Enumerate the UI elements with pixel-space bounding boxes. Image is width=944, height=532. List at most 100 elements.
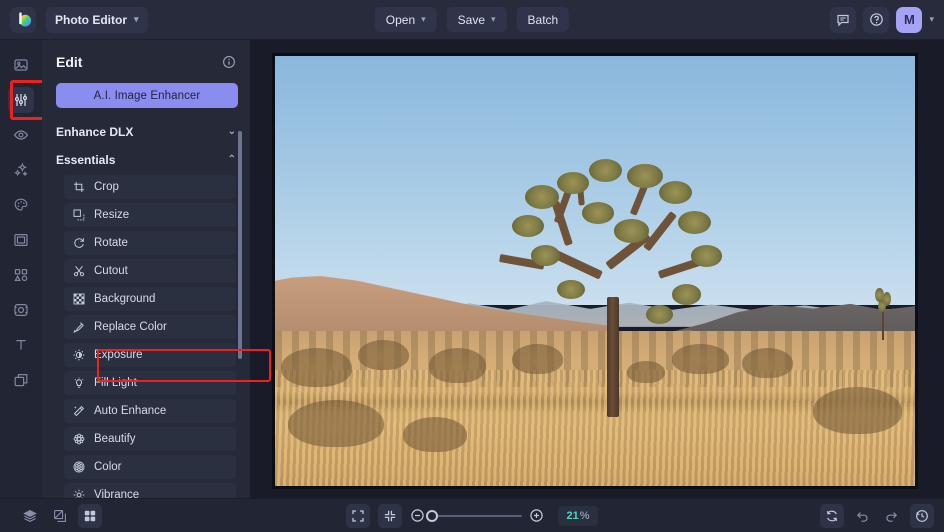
history-tools (820, 503, 934, 528)
sidebar-item-paint[interactable] (8, 192, 34, 218)
sidebar-item-image[interactable] (8, 52, 34, 78)
reset-circular-icon (825, 509, 839, 523)
bunny-color-wheel-logo (15, 11, 32, 28)
panel-scrollbar-track[interactable] (238, 119, 246, 498)
sidebar-item-effects[interactable] (8, 157, 34, 183)
sliders-icon (13, 92, 29, 108)
zoom-slider[interactable] (410, 508, 544, 523)
image-icon (13, 57, 29, 73)
menu-item-cutout[interactable]: Cutout (64, 259, 236, 283)
chevron-down-icon: ⌄ (227, 126, 236, 137)
open-button[interactable]: Open ▾ (374, 7, 437, 32)
reset-button[interactable] (820, 503, 844, 528)
bush (671, 344, 730, 375)
section-label: Essentials (56, 153, 116, 167)
zoom-slider-track[interactable] (426, 509, 522, 522)
sidebar-item-shapes[interactable] (8, 262, 34, 288)
resize-icon (72, 209, 85, 222)
fit-screen-button[interactable] (346, 503, 370, 528)
edit-panel: Edit A.I. Image Enhancer Enhance DLX ⌄ E… (42, 40, 271, 498)
zoom-slider-knob[interactable] (426, 509, 438, 522)
view-mode-tools (18, 503, 102, 528)
sidebar-item-text[interactable] (8, 332, 34, 358)
info-circle-icon[interactable] (222, 55, 236, 69)
collapse-icon (383, 509, 397, 523)
menu-item-replace-color[interactable]: Replace Color (64, 315, 236, 339)
section-header-essentials[interactable]: Essentials ⌃ (56, 147, 236, 173)
menu-item-exposure[interactable]: Exposure (64, 343, 236, 367)
undo-button[interactable] (850, 504, 874, 528)
plus-circle-icon[interactable] (529, 508, 544, 523)
page-title: Edit (56, 54, 83, 70)
layers-button[interactable] (18, 504, 42, 528)
minus-circle-icon[interactable] (410, 508, 425, 523)
zoom-level-display[interactable]: 21 % (558, 505, 598, 526)
magic-wand-icon (72, 405, 85, 418)
canvas-area[interactable] (250, 40, 944, 498)
color-wheel-icon (72, 461, 85, 474)
chevron-up-icon: ⌃ (227, 154, 236, 165)
bush (287, 400, 384, 448)
compare-button[interactable] (48, 504, 72, 528)
shapes-icon (13, 267, 29, 283)
app-logo[interactable] (10, 6, 36, 33)
sparkles-icon (13, 162, 29, 178)
help-button[interactable] (863, 6, 890, 33)
menu-item-background[interactable]: Background (64, 287, 236, 311)
eyedropper-icon (72, 321, 85, 334)
menu-item-label: Background (94, 293, 156, 305)
grid-button[interactable] (78, 503, 102, 528)
bush (403, 417, 467, 452)
compare-icon (53, 509, 67, 523)
menu-item-auto-enhance[interactable]: Auto Enhance (64, 399, 236, 423)
menu-item-crop[interactable]: Crop (64, 175, 236, 199)
batch-button[interactable]: Batch (516, 7, 570, 32)
eye-icon (13, 127, 29, 143)
menu-item-label: Resize (94, 209, 130, 221)
bush (742, 348, 794, 379)
menu-item-label: Exposure (94, 349, 143, 361)
flower-icon (72, 433, 85, 446)
ai-enhancer-label: A.I. Image Enhancer (93, 89, 201, 102)
section-header-enhance-dlx[interactable]: Enhance DLX ⌄ (56, 119, 236, 145)
sidebar-item-layers[interactable] (8, 367, 34, 393)
menu-item-vibrance[interactable]: Vibrance (64, 483, 236, 498)
sidebar-item-adjust[interactable] (8, 80, 48, 120)
redo-button[interactable] (880, 504, 904, 528)
menu-item-beautify[interactable]: Beautify (64, 427, 236, 451)
history-button[interactable] (910, 503, 934, 528)
workspace-switcher[interactable]: Photo Editor ▾ (46, 6, 148, 33)
text-icon (13, 337, 29, 353)
menu-item-color[interactable]: Color (64, 455, 236, 479)
avatar[interactable]: M (896, 6, 923, 33)
undo-arrow-icon (855, 509, 869, 523)
actual-size-button[interactable] (378, 503, 402, 528)
workspace-body: Edit A.I. Image Enhancer Enhance DLX ⌄ E… (0, 40, 944, 498)
feedback-button[interactable] (830, 6, 857, 33)
palette-icon (13, 197, 29, 213)
menu-item-label: Rotate (94, 237, 128, 249)
menu-item-label: Vibrance (94, 489, 140, 498)
joshua-tree-trunk (606, 296, 619, 418)
history-clock-icon (915, 509, 929, 523)
chevron-down-icon[interactable]: ▾ (929, 15, 934, 24)
ai-image-enhancer-button[interactable]: A.I. Image Enhancer (56, 83, 238, 108)
sidebar-item-frames[interactable] (8, 227, 34, 253)
menu-item-fill-light[interactable]: Fill Light (64, 371, 236, 395)
tree-foliage-tuft (691, 245, 722, 267)
sidebar-item-retouch[interactable] (8, 122, 34, 148)
scissors-icon (72, 265, 85, 278)
chevron-down-icon: ▾ (421, 14, 426, 24)
save-button[interactable]: Save ▾ (446, 7, 507, 32)
crop-icon (72, 181, 85, 194)
open-label: Open (385, 12, 416, 27)
panel-scrollbar-thumb[interactable] (238, 131, 242, 359)
bush (281, 348, 352, 388)
menu-item-resize[interactable]: Resize (64, 203, 236, 227)
menu-item-label: Fill Light (94, 377, 137, 389)
file-actions: Open ▾ Save ▾ Batch (374, 7, 570, 32)
sidebar-item-overlays[interactable] (8, 297, 34, 323)
menu-item-rotate[interactable]: Rotate (64, 231, 236, 255)
chevron-down-icon: ▾ (134, 14, 139, 24)
tool-rail (0, 40, 48, 498)
